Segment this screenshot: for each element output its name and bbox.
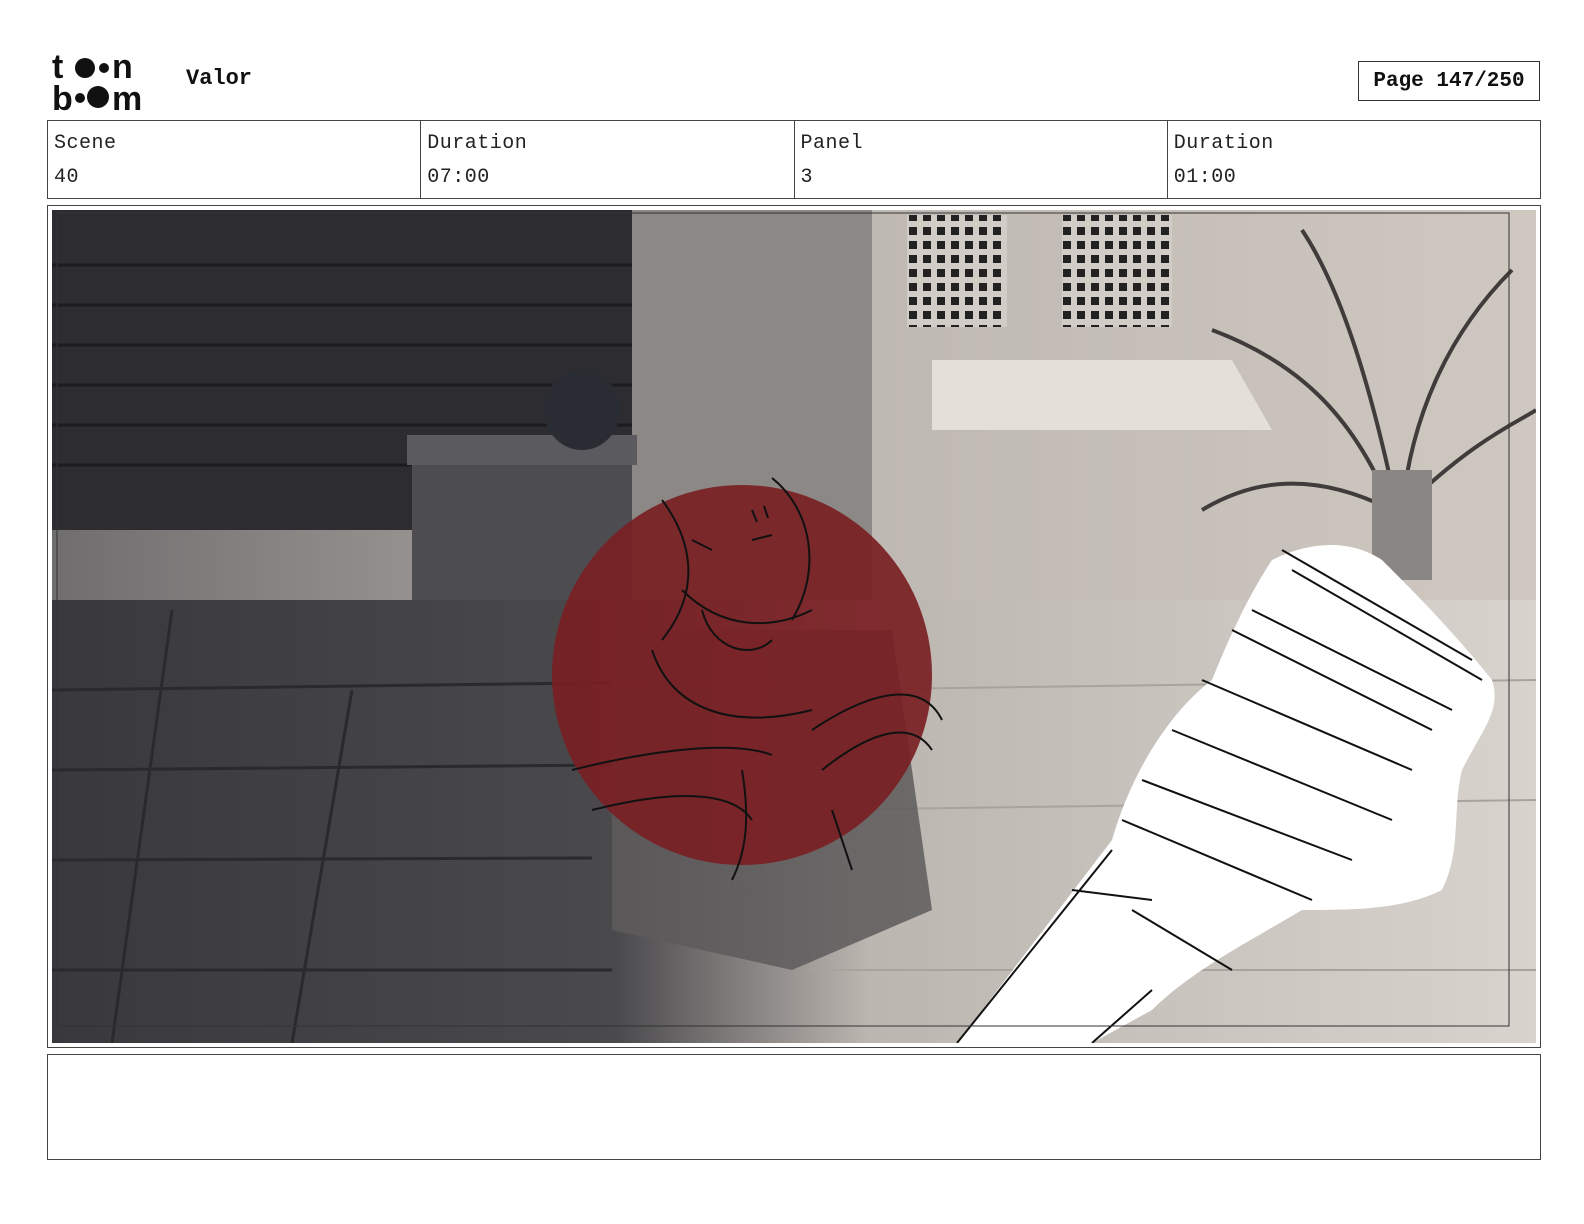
scene-duration-label: Duration: [427, 132, 528, 155]
scene-cell: Scene 40: [48, 121, 422, 198]
panel-frame: [47, 205, 1541, 1048]
toon-boom-logo: t n b m: [52, 50, 142, 112]
panel-notes[interactable]: [47, 1054, 1541, 1160]
scene-duration-value: 07:00: [427, 166, 490, 189]
panel-label: Panel: [800, 132, 864, 155]
page-indicator: Page 147/250: [1358, 61, 1540, 101]
panel-duration-value: 01:00: [1173, 166, 1237, 189]
svg-text:b: b: [52, 80, 73, 112]
storyboard-panel-image: [52, 210, 1536, 1043]
scene-value: 40: [54, 166, 80, 189]
svg-text:m: m: [112, 80, 142, 112]
scene-label: Scene: [54, 132, 117, 155]
panel-cell: Panel 3: [795, 121, 1168, 198]
scene-duration-cell: Duration 07:00: [421, 121, 795, 198]
project-title: Valor: [186, 66, 253, 91]
panel-duration-cell: Duration 01:00: [1168, 121, 1540, 198]
panel-value: 3: [800, 166, 814, 189]
scene-info-row: Scene 40 Duration 07:00 Panel 3 Duration…: [47, 120, 1541, 199]
panel-duration-label: Duration: [1173, 132, 1274, 155]
